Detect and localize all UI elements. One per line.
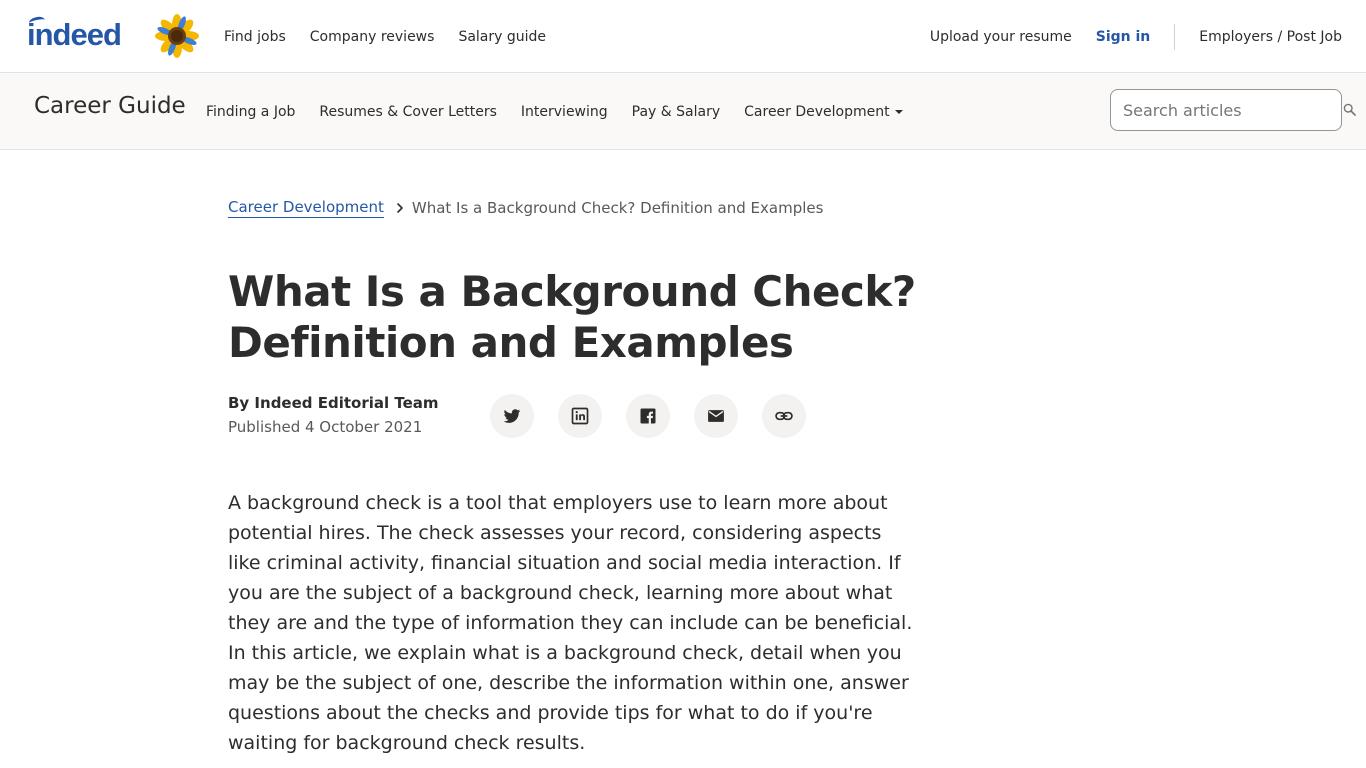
nav-divider <box>1174 23 1176 50</box>
career-guide-nav: Finding a Job Resumes & Cover Letters In… <box>206 73 903 150</box>
nav-finding-a-job[interactable]: Finding a Job <box>206 104 295 120</box>
career-guide-title[interactable]: Career Guide <box>34 93 186 119</box>
search-box <box>1110 89 1342 131</box>
sunflower-icon <box>155 14 199 58</box>
nav-interviewing[interactable]: Interviewing <box>521 104 608 120</box>
nav-career-development-label: Career Development <box>744 103 890 120</box>
linkedin-icon <box>571 407 589 425</box>
breadcrumb-current: What Is a Background Check? Definition a… <box>411 199 824 217</box>
author: By Indeed Editorial Team <box>228 394 439 412</box>
link-icon <box>775 411 793 421</box>
search-icon[interactable] <box>1343 103 1356 116</box>
share-email-button[interactable] <box>694 394 738 438</box>
employers-post-job-link[interactable]: Employers / Post Job <box>1199 29 1342 45</box>
nav-resumes-cover-letters[interactable]: Resumes & Cover Letters <box>319 104 497 120</box>
facebook-icon <box>640 408 656 424</box>
page-title: What Is a Background Check? Definition a… <box>228 267 916 367</box>
share-facebook-button[interactable] <box>626 394 670 438</box>
copy-link-button[interactable] <box>762 394 806 438</box>
top-header: indeed Find jobs Company reviews Salary … <box>0 0 1366 73</box>
share-buttons <box>490 394 806 438</box>
nav-pay-salary[interactable]: Pay & Salary <box>632 104 720 120</box>
email-icon <box>708 410 724 422</box>
sign-in-link[interactable]: Sign in <box>1096 29 1151 45</box>
published-date: Published 4 October 2021 <box>228 418 423 436</box>
share-linkedin-button[interactable] <box>558 394 602 438</box>
top-nav-secondary: Upload your resume Sign in Employers / P… <box>930 0 1342 73</box>
find-jobs-link[interactable]: Find jobs <box>224 29 286 45</box>
company-reviews-link[interactable]: Company reviews <box>310 29 435 45</box>
career-guide-header: Career Guide Finding a Job Resumes & Cov… <box>0 73 1366 150</box>
top-nav-primary: Find jobs Company reviews Salary guide <box>224 0 546 73</box>
nav-career-development[interactable]: Career Development <box>744 103 903 120</box>
caret-down-icon <box>894 109 903 114</box>
byline: By Indeed Editorial Team Published 4 Oct… <box>228 394 439 436</box>
breadcrumb-career-development[interactable]: Career Development <box>228 198 384 218</box>
salary-guide-link[interactable]: Salary guide <box>458 29 546 45</box>
article-intro: A background check is a tool that employ… <box>228 492 913 754</box>
chevron-right-icon <box>397 203 403 213</box>
share-twitter-button[interactable] <box>490 394 534 438</box>
indeed-logo[interactable]: indeed <box>27 15 122 53</box>
search-articles-input[interactable] <box>1111 90 1341 130</box>
upload-resume-link[interactable]: Upload your resume <box>930 29 1072 45</box>
breadcrumb: Career Development What Is a Background … <box>228 198 823 218</box>
twitter-icon <box>503 409 521 423</box>
